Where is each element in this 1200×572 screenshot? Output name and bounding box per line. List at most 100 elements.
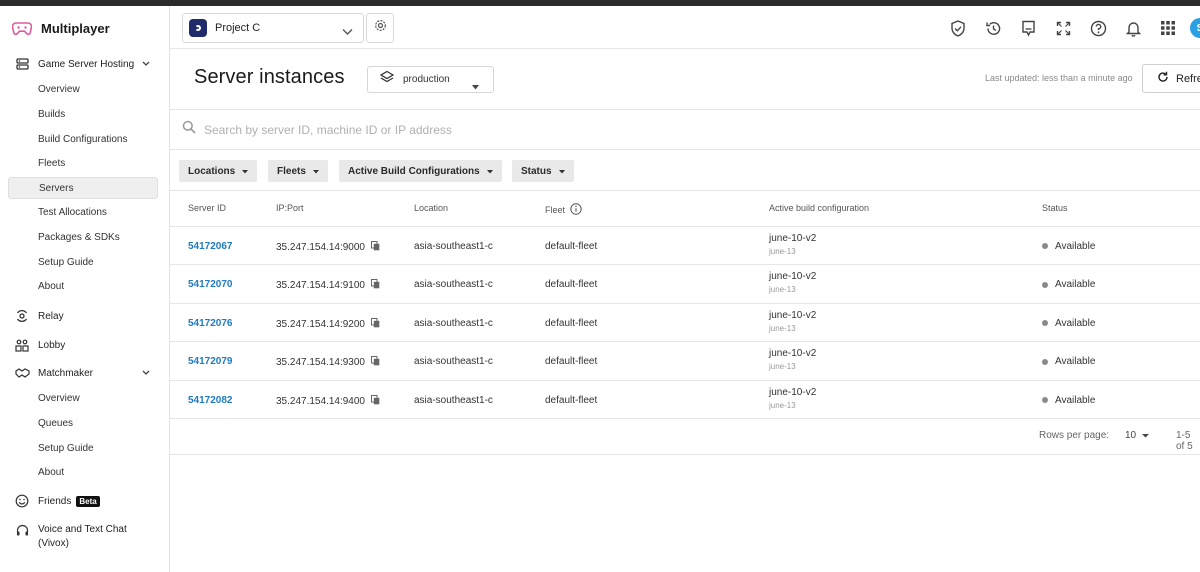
server-id-link[interactable]: 54172076	[188, 318, 233, 329]
copy-icon[interactable]	[370, 317, 380, 331]
caret-down-icon	[486, 166, 493, 177]
column-header-ip-port[interactable]: IP:Port	[276, 203, 304, 213]
column-header-fleet[interactable]: Fleet	[545, 203, 582, 217]
status-dot-icon	[1042, 320, 1048, 327]
sidebar-section-game-server-hosting[interactable]: Game Server Hosting	[8, 53, 158, 75]
build-config-name: june-10-v2	[769, 386, 817, 398]
filter-bar: Locations Fleets Active Build Configurat…	[170, 151, 1200, 191]
sidebar-section-label: Lobby	[38, 339, 66, 351]
sidebar-section-voice-text-chat[interactable]: Voice and Text Chat (Vivox)	[8, 520, 158, 554]
ip-port-value: 35.247.154.14:9000	[276, 242, 365, 254]
caret-down-icon	[242, 166, 249, 177]
sidebar-item-fleets[interactable]: Fleets	[8, 152, 158, 174]
status-cell: Available	[1042, 395, 1095, 406]
sidebar-section-relay[interactable]: Relay	[8, 305, 158, 327]
sidebar-section-matchmaker[interactable]: Matchmaker	[8, 362, 158, 384]
sidebar-item-packages-sdks[interactable]: Packages & SDKs	[8, 226, 158, 248]
search-input[interactable]	[204, 122, 604, 137]
sidebar-section-lobby[interactable]: Lobby	[8, 334, 158, 356]
ip-port-value: 35.247.154.14:9300	[276, 357, 365, 369]
sidebar-section-label: Relay	[38, 310, 64, 322]
headset-icon	[14, 522, 30, 538]
filter-fleets[interactable]: Fleets	[268, 160, 328, 182]
user-avatar[interactable]: S	[1190, 18, 1200, 38]
feedback-icon[interactable]	[1018, 18, 1038, 38]
copy-icon[interactable]	[370, 356, 380, 369]
project-settings-button[interactable]	[366, 13, 394, 43]
fullscreen-icon[interactable]	[1053, 18, 1073, 38]
sidebar-item-builds[interactable]: Builds	[8, 103, 158, 125]
status-dot-icon	[1042, 281, 1048, 288]
filter-locations[interactable]: Locations	[179, 160, 258, 182]
page-title: Server instances	[194, 66, 345, 88]
status-cell: Available	[1042, 279, 1095, 290]
sidebar-item-queues[interactable]: Queues	[8, 412, 158, 434]
bell-icon[interactable]	[1123, 18, 1143, 38]
status-text: Available	[1055, 317, 1096, 329]
sidebar-item-setup-guide[interactable]: Setup Guide	[8, 251, 158, 273]
sidebar-section-label: Game Server Hosting	[38, 58, 135, 70]
location-cell: asia-southeast1-c	[414, 241, 493, 252]
build-name: june-13	[769, 323, 796, 333]
table-row[interactable]: 54172082 35.247.154.14:9400 asia-southeast…	[170, 381, 1200, 419]
brand[interactable]: Multiplayer	[12, 18, 110, 38]
refresh-button[interactable]: Refresh	[1142, 64, 1200, 93]
fleet-cell: default-fleet	[545, 356, 598, 368]
sidebar-item-mm-about[interactable]: About	[8, 461, 158, 483]
ip-port-cell: 35.247.154.14:9300	[276, 356, 380, 369]
ip-port-cell: 35.247.154.14:9200	[276, 317, 380, 331]
rows-per-page-select[interactable]: 10	[1125, 430, 1150, 441]
sidebar-item-build-configurations[interactable]: Build Configurations	[8, 128, 158, 150]
shield-check-icon[interactable]	[948, 18, 968, 38]
fleet-cell: default-fleet	[545, 241, 598, 252]
server-id-link[interactable]: 54172079	[188, 356, 233, 367]
history-icon[interactable]	[983, 18, 1003, 38]
sidebar-item-mm-overview[interactable]: Overview	[8, 387, 158, 409]
help-icon[interactable]	[1088, 18, 1108, 38]
column-header-location[interactable]: Location	[414, 203, 448, 213]
table-row[interactable]: 54172079 35.247.154.14:9300 asia-southeast…	[170, 342, 1200, 381]
build-config-cell: june-10-v2 june-13	[769, 348, 816, 371]
location-cell: asia-southeast1-c	[414, 356, 493, 368]
sidebar-item-mm-setup-guide[interactable]: Setup Guide	[8, 437, 158, 459]
sidebar-section-friends[interactable]: Friends Beta	[8, 490, 158, 512]
apps-grid-icon[interactable]	[1158, 18, 1178, 38]
copy-icon[interactable]	[370, 394, 380, 408]
filter-active-build-configurations[interactable]: Active Build Configurations	[339, 160, 502, 182]
environment-name: production	[403, 74, 450, 85]
info-icon[interactable]	[570, 203, 582, 217]
table-row[interactable]: 54172076 35.247.154.14:9200 asia-southeast…	[170, 304, 1200, 343]
copy-icon[interactable]	[370, 241, 380, 254]
filter-label: Status	[521, 165, 552, 177]
column-header-active-build-configuration[interactable]: Active build configuration	[769, 203, 869, 213]
fleet-cell: default-fleet	[545, 394, 598, 406]
project-selector[interactable]: Project C	[182, 13, 364, 43]
status-dot-icon	[1042, 243, 1048, 250]
table-row[interactable]: 54172070 35.247.154.14:9100 asia-southeast…	[170, 265, 1200, 304]
build-name: june-13	[769, 400, 796, 410]
location-cell: asia-southeast1-c	[414, 279, 493, 291]
server-id-link[interactable]: 54172082	[188, 395, 233, 406]
filter-status[interactable]: Status	[512, 160, 574, 182]
table-row[interactable]: 54172067 35.247.154.14:9000 asia-southeast…	[170, 227, 1200, 266]
filter-label: Fleets	[277, 165, 306, 177]
column-header-server-id[interactable]: Server ID	[188, 203, 226, 213]
build-config-name: june-10-v2	[769, 348, 817, 360]
sidebar-section-label: Voice and Text Chat	[38, 524, 127, 535]
copy-icon[interactable]	[370, 279, 380, 292]
gear-icon	[374, 19, 387, 37]
column-header-status[interactable]: Status	[1042, 203, 1068, 213]
top-header: Project C S	[170, 6, 1200, 49]
sidebar-item-overview[interactable]: Overview	[8, 78, 158, 100]
server-id-link[interactable]: 54172070	[188, 279, 233, 290]
refresh-label: Refresh	[1176, 72, 1200, 85]
sidebar-item-about[interactable]: About	[8, 275, 158, 297]
environment-selector[interactable]: production	[367, 66, 494, 93]
search-bar	[170, 110, 1200, 150]
last-updated-text: Last updated: less than a minute ago	[985, 73, 1133, 83]
sidebar-item-test-allocations[interactable]: Test Allocations	[8, 201, 158, 223]
sidebar-item-servers[interactable]: Servers	[8, 177, 158, 199]
server-id-link[interactable]: 54172067	[188, 241, 233, 252]
beta-badge: Beta	[76, 495, 100, 507]
pagination: Rows per page: 10 1-5 of 5	[170, 418, 1200, 455]
